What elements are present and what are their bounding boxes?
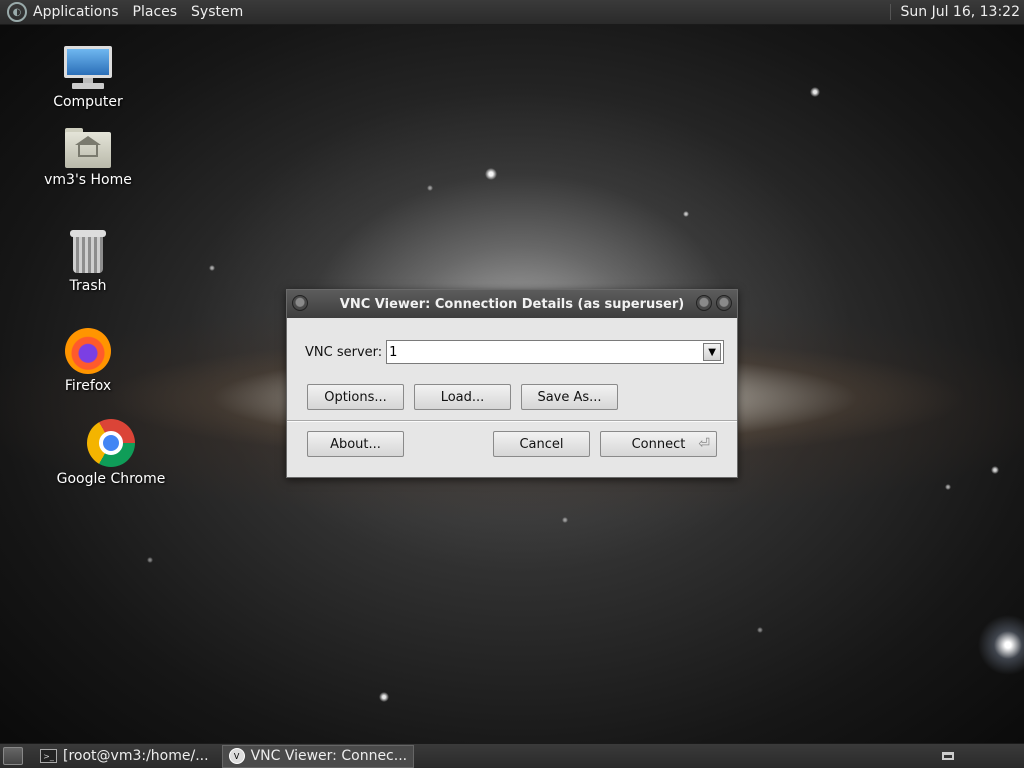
desktop-icon-computer[interactable]: Computer [33,46,143,110]
load-button[interactable]: Load... [414,384,511,410]
desktop-icon-home[interactable]: vm3's Home [33,128,143,188]
chevron-down-icon[interactable]: ▼ [703,343,722,361]
vnc-server-row: VNC server: ▼ [305,340,725,364]
taskbar-item-label: [root@vm3:/home/... [63,748,209,764]
taskbar-item-vnc-viewer[interactable]: V VNC Viewer: Connec... [221,744,415,768]
workspace-switcher-icon[interactable] [942,752,954,760]
connect-button-label: Connect [631,436,686,452]
desktop-icon-label: Firefox [64,378,112,394]
dialog-separator [287,420,737,422]
desktop-icon-label: vm3's Home [44,172,132,188]
about-button[interactable]: About... [307,431,404,457]
menu-system[interactable]: System [191,4,243,20]
dialog-title: VNC Viewer: Connection Details (as super… [339,296,685,312]
clock[interactable]: Sun Jul 16, 13:22 [889,4,1024,20]
desktop-icon-label: Google Chrome [56,471,166,487]
home-folder-icon [65,128,111,168]
vnc-viewer-icon: V [228,748,245,764]
bottom-panel: >_ [root@vm3:/home/... V VNC Viewer: Con… [0,743,1024,768]
top-panel: ◐ Applications Places System Sun Jul 16,… [0,0,1024,25]
maximize-button[interactable] [716,295,732,311]
distro-logo-icon[interactable]: ◐ [7,2,27,22]
vnc-server-input[interactable] [387,342,698,362]
desktop-icon-firefox[interactable]: Firefox [33,328,143,394]
taskbar-item-terminal[interactable]: >_ [root@vm3:/home/... [33,745,216,768]
chrome-icon [87,419,135,467]
menu-applications[interactable]: Applications [33,4,119,20]
computer-icon [64,46,112,90]
desktop-icon-chrome[interactable]: Google Chrome [56,419,166,487]
desktop-icon-label: Computer [53,94,123,110]
vnc-connection-dialog: VNC Viewer: Connection Details (as super… [286,289,738,478]
save-as-button[interactable]: Save As... [521,384,618,410]
firefox-icon [65,328,111,374]
terminal-icon: >_ [40,749,57,763]
trash-icon [70,230,106,274]
taskbar-item-label: VNC Viewer: Connec... [250,748,408,764]
connect-button[interactable]: Connect ⏎ [600,431,717,457]
vnc-server-label: VNC server: [305,344,383,360]
dialog-titlebar[interactable]: VNC Viewer: Connection Details (as super… [287,290,737,318]
vnc-server-combobox[interactable]: ▼ [386,340,725,364]
menu-places[interactable]: Places [133,4,178,20]
minimize-button[interactable] [696,295,712,311]
options-button[interactable]: Options... [307,384,404,410]
desktop-icon-trash[interactable]: Trash [33,230,143,294]
show-desktop-icon[interactable] [3,747,23,765]
window-menu-button[interactable] [292,295,308,311]
cancel-button[interactable]: Cancel [493,431,590,457]
desktop-icon-label: Trash [69,278,107,294]
enter-key-icon: ⏎ [698,436,710,452]
